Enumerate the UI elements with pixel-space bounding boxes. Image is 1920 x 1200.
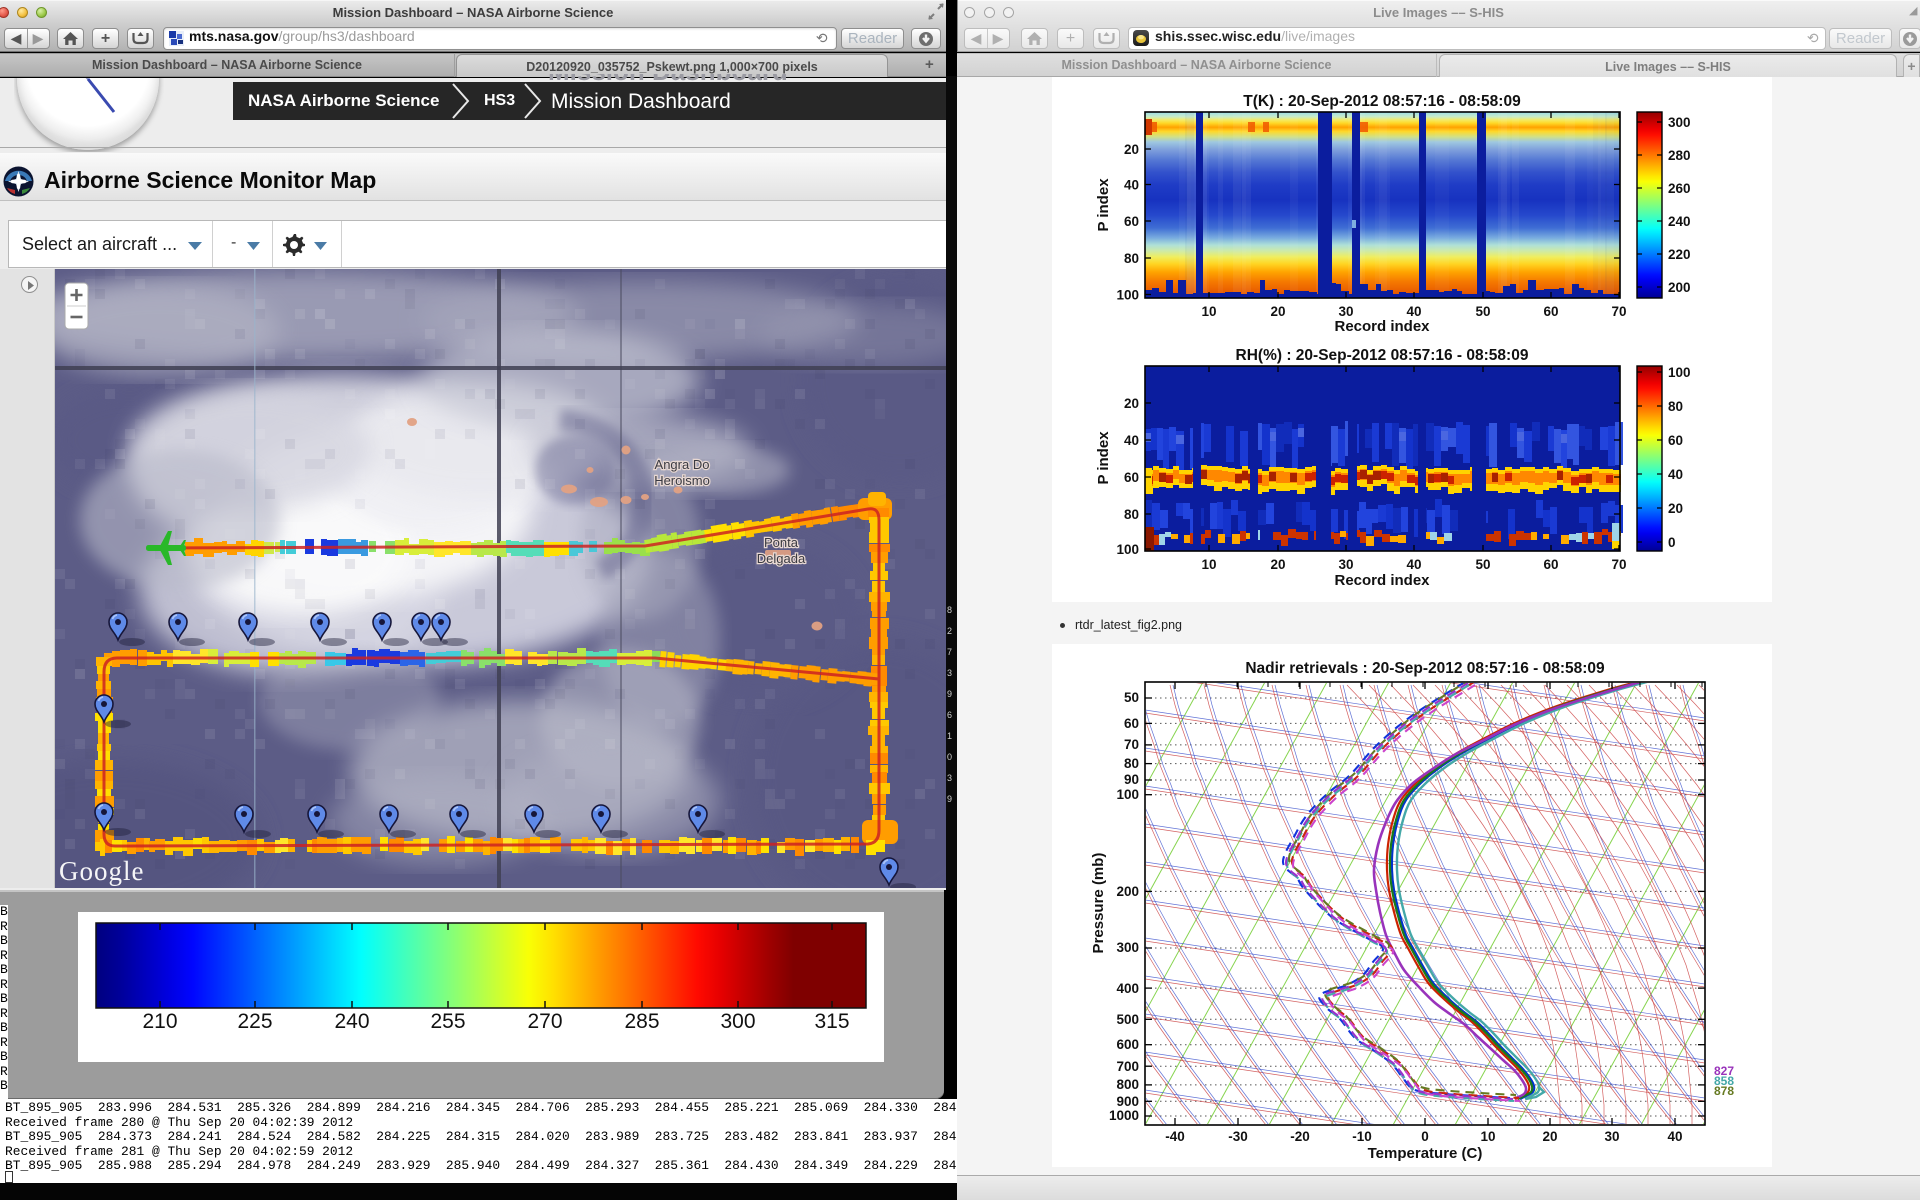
svg-text:300: 300 — [1116, 940, 1139, 955]
svg-text:-20: -20 — [1290, 1129, 1310, 1144]
svg-text:-10: -10 — [1352, 1129, 1372, 1144]
svg-text:240: 240 — [334, 1010, 369, 1030]
svg-text:900: 900 — [1116, 1094, 1139, 1109]
svg-text:90: 90 — [1124, 772, 1139, 787]
svg-text:600: 600 — [1116, 1037, 1139, 1052]
svg-text:Angra Do: Angra Do — [655, 457, 710, 472]
svg-text:255: 255 — [430, 1010, 465, 1030]
svg-text:300: 300 — [720, 1010, 755, 1030]
svg-text:0: 0 — [1421, 1129, 1429, 1144]
svg-text:40: 40 — [1667, 1129, 1682, 1144]
svg-text:400: 400 — [1116, 981, 1139, 996]
svg-text:-40: -40 — [1165, 1129, 1185, 1144]
svg-text:315: 315 — [814, 1010, 849, 1030]
svg-text:Nadir retrievals : 20-Sep-2012: Nadir retrievals : 20-Sep-2012 08:57:16 … — [1245, 660, 1605, 677]
svg-text:878: 878 — [1714, 1084, 1734, 1098]
svg-text:70: 70 — [1124, 737, 1139, 752]
svg-text:100: 100 — [1116, 787, 1139, 802]
svg-text:Ponta: Ponta — [764, 535, 799, 550]
svg-text:270: 270 — [527, 1010, 562, 1030]
svg-text:Heroismo: Heroismo — [654, 473, 710, 488]
svg-text:700: 700 — [1116, 1059, 1139, 1074]
svg-text:60: 60 — [1124, 716, 1139, 731]
svg-text:285: 285 — [624, 1010, 659, 1030]
svg-text:Google: Google — [59, 856, 144, 886]
svg-text:Delgada: Delgada — [757, 551, 806, 566]
svg-text:30: 30 — [1604, 1129, 1619, 1144]
svg-text:Temperature (C): Temperature (C) — [1368, 1145, 1483, 1162]
svg-text:225: 225 — [237, 1010, 272, 1030]
svg-text:10: 10 — [1480, 1129, 1495, 1144]
svg-text:80: 80 — [1124, 756, 1139, 771]
svg-text:20: 20 — [1542, 1129, 1557, 1144]
svg-text:210: 210 — [142, 1010, 177, 1030]
svg-text:200: 200 — [1116, 884, 1139, 899]
svg-text:-30: -30 — [1228, 1129, 1248, 1144]
svg-text:Pressure (mb): Pressure (mb) — [1090, 853, 1107, 954]
svg-text:1000: 1000 — [1109, 1108, 1139, 1123]
svg-text:500: 500 — [1116, 1012, 1139, 1027]
svg-text:800: 800 — [1116, 1077, 1139, 1092]
svg-text:50: 50 — [1124, 690, 1139, 705]
